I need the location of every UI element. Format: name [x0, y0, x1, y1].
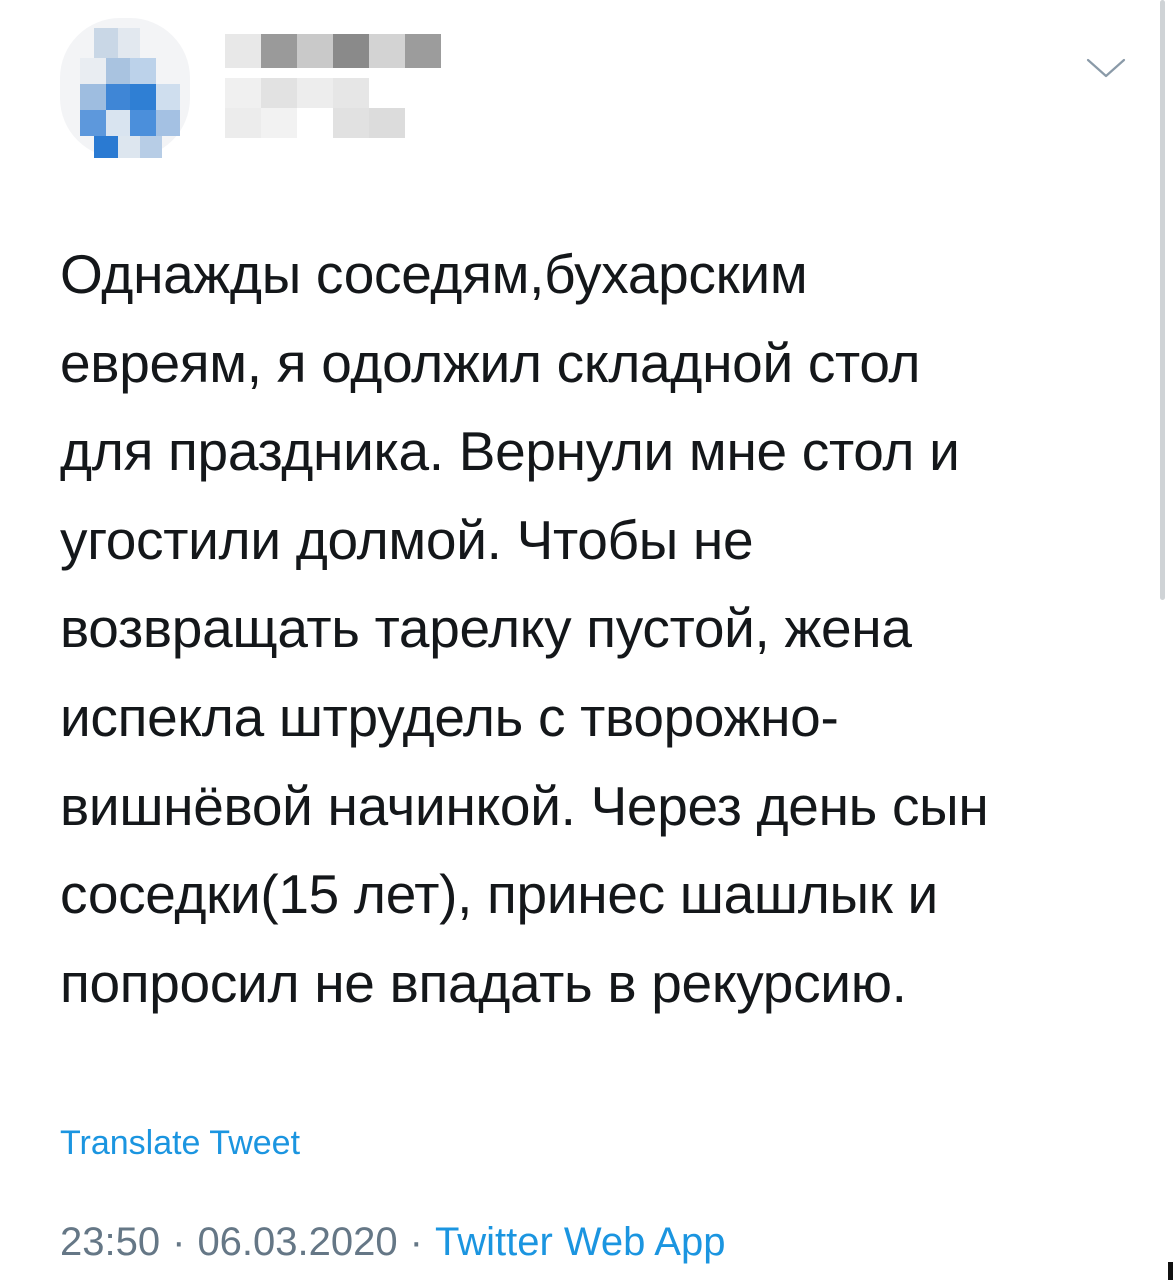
chevron-down-icon[interactable] — [1084, 54, 1128, 82]
tweet-text-line: попросил не впадать в рекурсию. — [60, 951, 907, 1014]
tweet-client-link[interactable]: Twitter Web App — [435, 1220, 726, 1264]
tweet-text-line: возвращать тарелку пустой, жена — [60, 597, 912, 660]
scrollbar-thumb[interactable] — [1160, 0, 1165, 600]
tweet-text-line: вишнёвой начинкой. Через день сын — [60, 774, 989, 837]
scrollbar[interactable] — [1160, 0, 1165, 600]
tweet-text-line: для праздника. Вернули мне стол и — [60, 420, 960, 483]
meta-separator: · — [409, 1220, 423, 1264]
tweet-text-line: Однажды соседям,бухарским — [60, 243, 808, 305]
tweet-text-line: евреям, я одолжил складной стол — [60, 331, 921, 394]
tweet-time[interactable]: 23:50 — [60, 1220, 160, 1264]
tweet-meta: 23:50 · 06.03.2020 · Twitter Web App — [60, 1220, 725, 1265]
tweet-text-line: соседки(15 лет), принес шашлык и — [60, 863, 938, 926]
tweet-text-line: испекла штрудель с творожно- — [60, 685, 839, 748]
tweet-view: Однажды соседям,бухарским евреям, я одол… — [0, 0, 1174, 1280]
meta-separator: · — [172, 1220, 186, 1264]
tweet-text: Однажды соседям,бухарским евреям, я одол… — [60, 230, 1120, 1027]
author-name-redacted[interactable] — [225, 28, 465, 138]
translate-tweet-link[interactable]: Translate Tweet — [60, 1124, 300, 1163]
edge-mark — [1168, 1262, 1173, 1280]
avatar[interactable] — [60, 18, 190, 158]
tweet-date[interactable]: 06.03.2020 — [197, 1220, 397, 1264]
tweet-text-line: угостили долмой. Чтобы не — [60, 508, 754, 571]
